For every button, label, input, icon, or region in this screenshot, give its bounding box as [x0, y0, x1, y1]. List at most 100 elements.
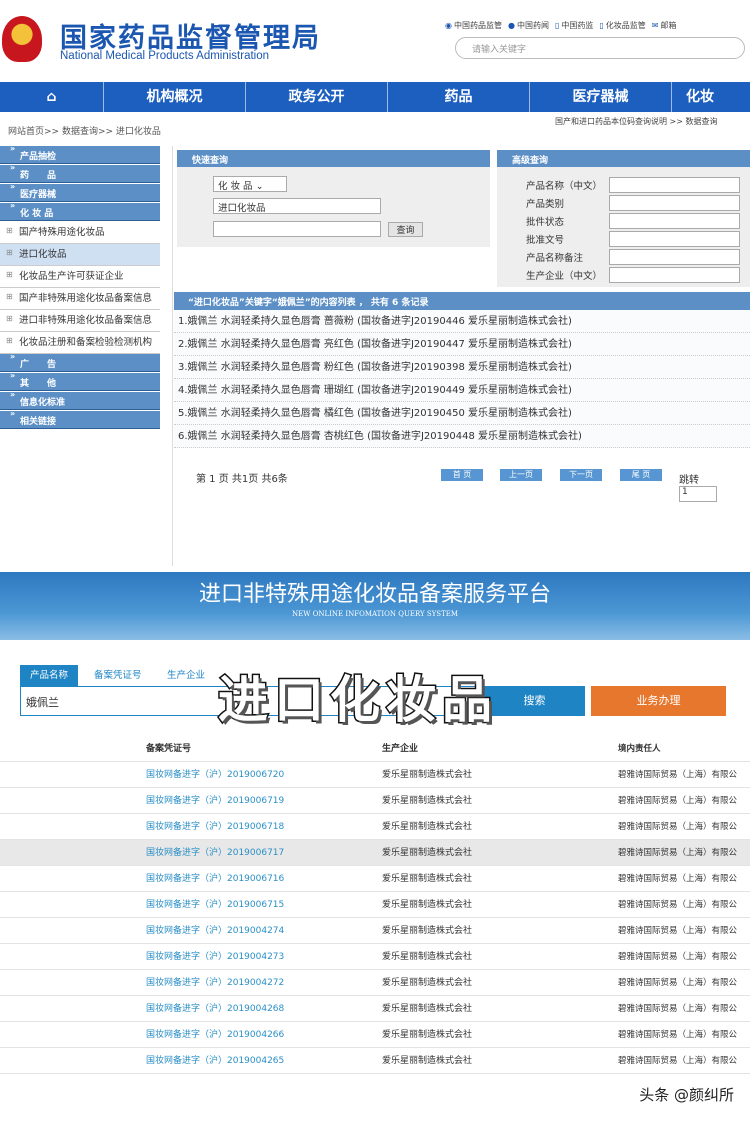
- subcategory-select[interactable]: 进口化妆品: [213, 198, 381, 214]
- record-number-link[interactable]: 国妆网备进字（沪）2019004266: [146, 1022, 284, 1048]
- record-number-link[interactable]: 国妆网备进字（沪）2019006720: [146, 762, 284, 788]
- advanced-field-input[interactable]: [609, 177, 740, 193]
- breadcrumb[interactable]: 网站首页>> 数据查询>> 进口化妆品: [8, 124, 161, 137]
- sidebar-section[interactable]: 医疗器械: [0, 182, 160, 202]
- page-info: 第 1 页 共1页 共6条: [196, 474, 288, 485]
- category-select-value: 化 妆 品: [218, 181, 253, 192]
- quick-query-title: 快速查询: [177, 150, 490, 167]
- advanced-field-input[interactable]: [609, 249, 740, 265]
- record-number-link[interactable]: 国妆网备进字（沪）2019006716: [146, 866, 284, 892]
- advanced-field-label: 产品名称备注: [526, 253, 584, 264]
- result-item[interactable]: 4.娥佩兰 水润轻柔持久显色唇膏 珊瑚红 (国妆备进字J20190449 爱乐星…: [174, 379, 750, 402]
- record-number-link[interactable]: 国妆网备进字（沪）2019004274: [146, 918, 284, 944]
- platform-title: 进口非特殊用途化妆品备案服务平台: [198, 582, 551, 607]
- nav-item[interactable]: 政务公开: [246, 82, 388, 112]
- top-link[interactable]: ◉ 中国药品监管: [445, 20, 502, 31]
- sidebar-section[interactable]: 广 告: [0, 352, 160, 372]
- top-links: ◉ 中国药品监管 ● 中国药闻 ▯ 中国药监 ▯ 化妆品监管 ✉ 邮箱: [445, 20, 676, 31]
- top-link[interactable]: ● 中国药闻: [508, 20, 549, 31]
- quick-query-panel: 快速查询 化 妆 品 ⌄ 进口化妆品 查询: [177, 150, 490, 247]
- sidebar-item[interactable]: 国产非特殊用途化妆品备案信息: [0, 288, 160, 310]
- result-item[interactable]: 2.娥佩兰 水润轻柔持久显色唇膏 亮红色 (国妆备进字J20190447 爱乐星…: [174, 333, 750, 356]
- top-link[interactable]: ▯ 中国药监: [555, 20, 593, 31]
- responsible-party: 碧雅诗国际贸易（上海）有限公: [618, 822, 738, 832]
- query-button[interactable]: 查询: [388, 222, 423, 237]
- column-header: 生产企业: [382, 744, 419, 754]
- nav-item[interactable]: 化妆: [672, 82, 750, 112]
- table-row: 国妆网备进字（沪）2019004265 爱乐星丽制造株式会社 碧雅诗国际贸易（上海）…: [0, 1048, 750, 1074]
- tab-product-name[interactable]: 产品名称: [20, 665, 79, 686]
- result-item[interactable]: 5.娥佩兰 水润轻柔持久显色唇膏 橘红色 (国妆备进字J20190450 爱乐星…: [174, 402, 750, 425]
- record-number-link[interactable]: 国妆网备进字（沪）2019006715: [146, 892, 284, 918]
- nav-item[interactable]: 医疗器械: [530, 82, 672, 112]
- responsible-party: 碧雅诗国际贸易（上海）有限公: [618, 900, 738, 910]
- sidebar-item[interactable]: 化妆品生产许可获证企业: [0, 266, 160, 288]
- record-number-link[interactable]: 国妆网备进字（沪）2019006718: [146, 814, 284, 840]
- record-number-link[interactable]: 国妆网备进字（沪）2019006719: [146, 788, 284, 814]
- top-link[interactable]: ▯ 化妆品监管: [599, 20, 645, 31]
- sidebar-item[interactable]: 进口非特殊用途化妆品备案信息: [0, 310, 160, 332]
- manufacturer: 爱乐星丽制造株式会社: [382, 952, 473, 962]
- tab-manufacturer[interactable]: 生产企业: [157, 665, 215, 686]
- tab-record-number[interactable]: 备案凭证号: [84, 665, 152, 686]
- result-item[interactable]: 1.娥佩兰 水润轻柔持久显色唇膏 蔷薇粉 (国妆备进字J20190446 爱乐星…: [174, 310, 750, 333]
- mail-icon: ✉: [651, 21, 659, 30]
- keyword-input[interactable]: [213, 221, 381, 237]
- category-select[interactable]: 化 妆 品 ⌄: [213, 176, 287, 192]
- responsible-party: 碧雅诗国际贸易（上海）有限公: [618, 1030, 738, 1040]
- top-link-label: 中国药监: [561, 21, 594, 30]
- top-link[interactable]: ✉ 邮箱: [652, 20, 677, 31]
- responsible-party: 碧雅诗国际贸易（上海）有限公: [618, 848, 738, 858]
- table-row: 国妆网备进字（沪）2019004274 爱乐星丽制造株式会社 碧雅诗国际贸易（上海）…: [0, 918, 750, 944]
- sidebar-item[interactable]: 进口化妆品: [0, 244, 160, 266]
- next-page-button[interactable]: 下一页: [560, 469, 602, 481]
- table-row: 国妆网备进字（沪）2019004272 爱乐星丽制造株式会社 碧雅诗国际贸易（上海）…: [0, 970, 750, 996]
- sidebar-section[interactable]: 其 他: [0, 371, 160, 391]
- sidebar-section[interactable]: 产品抽检: [0, 144, 160, 164]
- nav-item[interactable]: 机构概况: [104, 82, 246, 112]
- nav-item[interactable]: 药品: [388, 82, 530, 112]
- jump-label: 跳转: [679, 475, 699, 486]
- advanced-field-input[interactable]: [609, 267, 740, 283]
- result-item[interactable]: 6.娥佩兰 水润轻柔持久显色唇膏 杏桃红色 (国妆备进字J20190448 爱乐…: [174, 425, 750, 448]
- table-row: 国妆网备进字（沪）2019004266 爱乐星丽制造株式会社 碧雅诗国际贸易（上海）…: [0, 1022, 750, 1048]
- platform-subtitle: NEW ONLINE INFOMATION QUERY SYSTEM: [291, 610, 459, 618]
- advanced-field-label: 批件状态: [526, 217, 565, 228]
- jump-input[interactable]: 1: [679, 486, 717, 502]
- sidebar-section[interactable]: 化 妆 品: [0, 201, 160, 221]
- responsible-party: 碧雅诗国际贸易（上海）有限公: [618, 978, 738, 988]
- record-number-link[interactable]: 国妆网备进字（沪）2019004265: [146, 1048, 284, 1074]
- result-item[interactable]: 3.娥佩兰 水润轻柔持久显色唇膏 粉红色 (国妆备进字J20190398 爱乐星…: [174, 356, 750, 379]
- record-number-link[interactable]: 国妆网备进字（沪）2019004273: [146, 944, 284, 970]
- breadcrumb-right-link[interactable]: 国产和进口药品本位码查询说明 >> 数据查询: [555, 116, 718, 127]
- top-link-label: 化妆品监管: [605, 21, 646, 30]
- site-search-input[interactable]: 请输入关键字: [455, 37, 745, 59]
- table-header: 备案凭证号 生产企业 境内责任人: [0, 736, 750, 762]
- last-page-button[interactable]: 尾 页: [620, 469, 662, 481]
- advanced-field-input[interactable]: [609, 195, 740, 211]
- manufacturer: 爱乐星丽制造株式会社: [382, 1056, 473, 1066]
- advanced-field-input[interactable]: [609, 213, 740, 229]
- nav-home[interactable]: ⌂: [0, 82, 104, 112]
- sidebar-section[interactable]: 信息化标准: [0, 390, 160, 410]
- advanced-field-input[interactable]: [609, 231, 740, 247]
- platform-search-button[interactable]: 搜索: [484, 686, 585, 716]
- advanced-query-title: 高级查询: [497, 150, 750, 167]
- record-number-link[interactable]: 国妆网备进字（沪）2019004268: [146, 996, 284, 1022]
- phone-icon: ▯: [554, 21, 560, 30]
- first-page-button[interactable]: 首 页: [441, 469, 483, 481]
- responsible-party: 碧雅诗国际贸易（上海）有限公: [618, 1004, 738, 1014]
- responsible-party: 碧雅诗国际贸易（上海）有限公: [618, 1056, 738, 1066]
- column-header: 境内责任人: [618, 744, 661, 754]
- sidebar-section[interactable]: 相关链接: [0, 409, 160, 429]
- record-number-link[interactable]: 国妆网备进字（沪）2019004272: [146, 970, 284, 996]
- phone-icon: ▯: [599, 21, 604, 30]
- record-number-link[interactable]: 国妆网备进字（沪）2019006717: [146, 840, 284, 866]
- advanced-field-label: 产品类别: [526, 199, 565, 210]
- table-row: 国妆网备进字（沪）2019006717 爱乐星丽制造株式会社 碧雅诗国际贸易（上海）…: [0, 840, 750, 866]
- prev-page-button[interactable]: 上一页: [500, 469, 542, 481]
- business-button[interactable]: 业务办理: [591, 686, 726, 716]
- sidebar-item[interactable]: 国产特殊用途化妆品: [0, 222, 160, 244]
- sidebar-item[interactable]: 化妆品注册和备案检验检测机构: [0, 332, 160, 354]
- sidebar-section[interactable]: 药 品: [0, 163, 160, 183]
